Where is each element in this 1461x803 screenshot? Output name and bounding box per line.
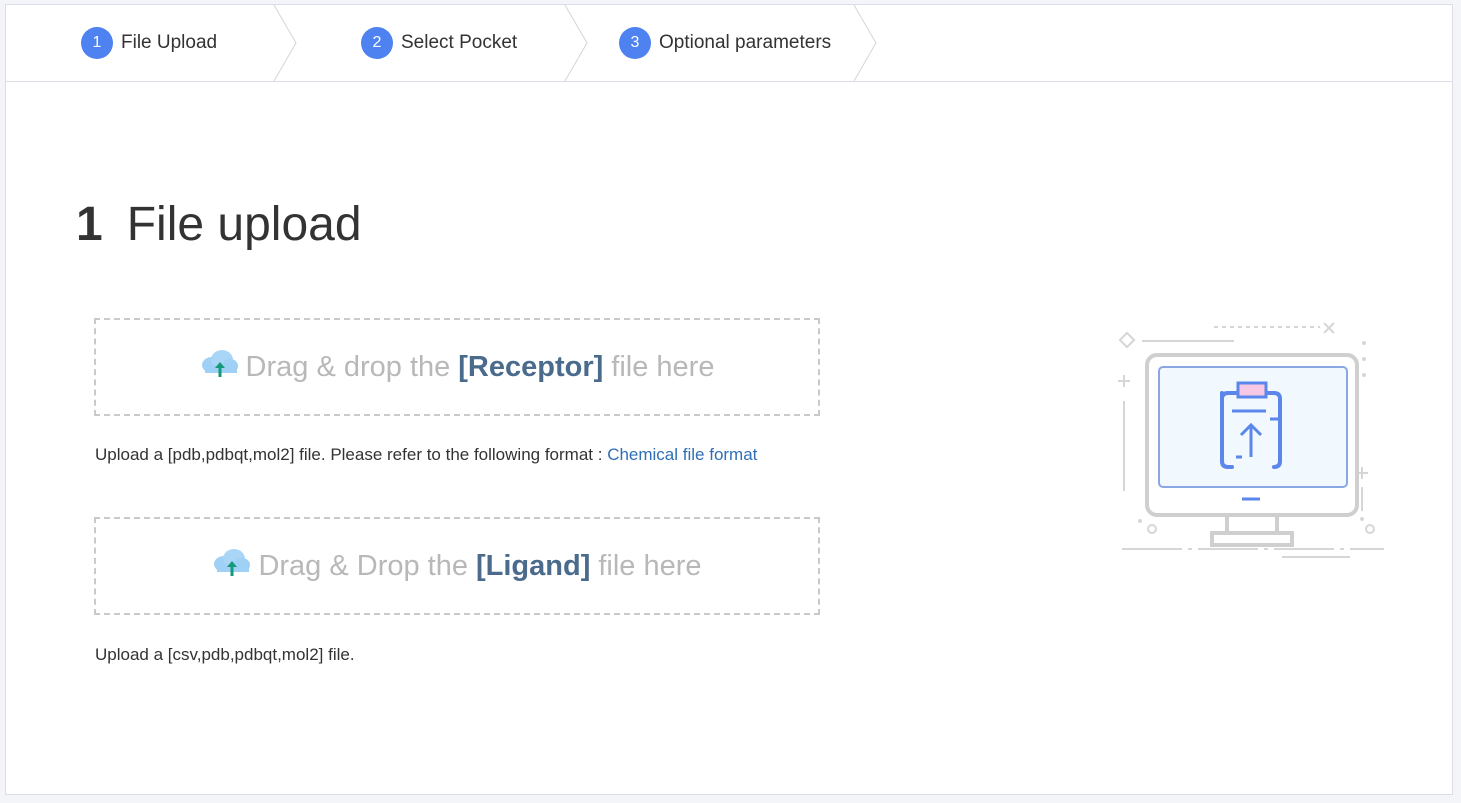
dropzone-suffix: file here	[611, 350, 715, 383]
receptor-hint-text: Upload a [pdb,pdbqt,mol2] file. Please r…	[95, 445, 603, 464]
receptor-hint: Upload a [pdb,pdbqt,mol2] file. Please r…	[95, 445, 757, 465]
computer-upload-illustration	[1114, 321, 1384, 566]
ligand-dropzone[interactable]: Drag & Drop the [Ligand] file here	[94, 517, 820, 615]
page-title: 1 File upload	[76, 197, 362, 252]
step-label: Optional parameters	[659, 32, 832, 53]
page-title-number: 1	[76, 198, 103, 251]
cloud-upload-icon	[212, 546, 252, 586]
step-select-pocket[interactable]: 2 Select Pocket	[361, 5, 517, 81]
step-label: Select Pocket	[401, 32, 518, 53]
dropzone-prefix: Drag & Drop the	[258, 549, 468, 582]
chevron-right-icon	[564, 5, 588, 81]
cloud-upload-icon	[200, 347, 240, 387]
page-title-text: File upload	[126, 198, 362, 251]
step-file-upload[interactable]: 1 File Upload	[81, 5, 217, 81]
dropzone-suffix: file here	[598, 549, 702, 582]
stepper: 1 File Upload 2 Select Pocket 3 Optional…	[6, 5, 1452, 82]
main-panel: 1 File Upload 2 Select Pocket 3 Optional…	[5, 4, 1453, 795]
chevron-right-icon	[853, 5, 877, 81]
chevron-right-icon	[273, 5, 297, 81]
receptor-dropzone[interactable]: Drag & drop the [Receptor] file here	[94, 318, 820, 416]
step-optional-parameters[interactable]: 3 Optional parameters	[619, 5, 831, 81]
dropzone-keyword: [Ligand]	[476, 549, 591, 582]
step-label: File Upload	[121, 32, 218, 53]
dropzone-keyword: [Receptor]	[458, 350, 604, 383]
step-number: 2	[361, 27, 393, 59]
chemical-file-format-link[interactable]: Chemical file format	[607, 445, 757, 464]
dropzone-prefix: Drag & drop the	[245, 350, 451, 383]
step-number: 3	[619, 27, 651, 59]
ligand-hint: Upload a [csv,pdb,pdbqt,mol2] file.	[95, 645, 355, 664]
step-number: 1	[81, 27, 113, 59]
